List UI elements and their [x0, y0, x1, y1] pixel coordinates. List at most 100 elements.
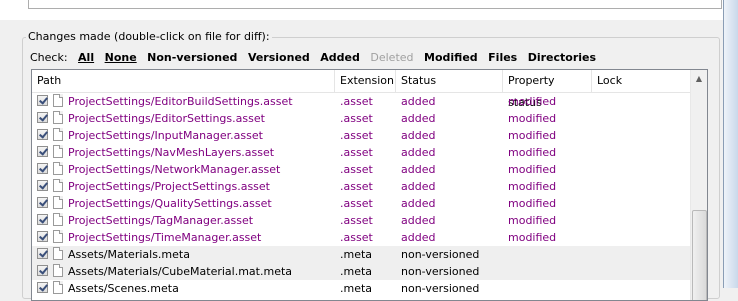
row-status: added: [401, 129, 436, 142]
row-lock: [597, 93, 687, 110]
table-row[interactable]: ProjectSettings/NetworkManager.asset .ass…: [32, 161, 690, 178]
row-path: ProjectSettings/ProjectSettings.asset: [68, 180, 270, 193]
row-status: non-versioned: [401, 265, 480, 278]
row-checkbox[interactable]: [37, 180, 48, 191]
row-extension: .asset: [340, 112, 373, 125]
column-header-lock[interactable]: Lock: [592, 70, 690, 92]
file-icon: [53, 247, 63, 260]
table-row[interactable]: Assets/Materials/CubeMaterial.mat.meta .m…: [32, 263, 690, 280]
scrollbar-thumb[interactable]: [692, 210, 707, 300]
row-lock: [597, 229, 687, 246]
column-header-extension[interactable]: Extension: [335, 70, 396, 92]
check-non-versioned-link[interactable]: Non-versioned: [147, 51, 237, 64]
row-checkbox[interactable]: [37, 197, 48, 208]
row-status: added: [401, 163, 436, 176]
row-status: added: [401, 231, 436, 244]
file-icon: [53, 213, 63, 226]
row-path: ProjectSettings/EditorSettings.asset: [68, 112, 265, 125]
row-path: ProjectSettings/NetworkManager.asset: [68, 163, 281, 176]
row-extension: .asset: [340, 129, 373, 142]
row-extension: .asset: [340, 146, 373, 159]
table-row[interactable]: ProjectSettings/InputManager.asset .asset…: [32, 127, 690, 144]
check-modified-link[interactable]: Modified: [424, 51, 478, 64]
check-files-link[interactable]: Files: [488, 51, 517, 64]
row-checkbox[interactable]: [37, 231, 48, 242]
row-path: ProjectSettings/InputManager.asset: [68, 129, 263, 142]
table-row[interactable]: ProjectSettings/TagManager.asset .asset ad…: [32, 212, 690, 229]
row-lock: [597, 127, 687, 144]
row-checkbox[interactable]: [37, 248, 48, 259]
column-header-path[interactable]: Path: [32, 70, 335, 92]
row-checkbox[interactable]: [37, 95, 48, 106]
row-property-status: [508, 246, 592, 263]
row-status: added: [401, 197, 436, 210]
table-row[interactable]: ProjectSettings/NavMeshLayers.asset .asse…: [32, 144, 690, 161]
row-lock: [597, 195, 687, 212]
row-status: non-versioned: [401, 282, 480, 295]
row-property-status: modified: [508, 95, 557, 108]
row-status: added: [401, 95, 436, 108]
row-extension: .asset: [340, 214, 373, 227]
row-lock: [597, 212, 687, 229]
table-row[interactable]: Assets/Materials.meta .meta non-versioned: [32, 246, 690, 263]
column-header-status[interactable]: Status: [396, 70, 503, 92]
row-extension: .asset: [340, 197, 373, 210]
column-header-property-status[interactable]: Property status: [503, 70, 592, 109]
row-lock: [597, 161, 687, 178]
row-extension: .meta: [340, 248, 373, 261]
row-lock: [597, 263, 687, 280]
table-row[interactable]: ProjectSettings/QualitySettings.asset .as…: [32, 195, 690, 212]
row-checkbox[interactable]: [37, 265, 48, 276]
row-checkbox[interactable]: [37, 214, 48, 225]
window-edge: [723, 0, 738, 288]
row-checkbox[interactable]: [37, 112, 48, 123]
scroll-up-arrow-icon[interactable]: ▲: [691, 70, 707, 87]
file-icon: [53, 111, 63, 124]
file-icon: [53, 128, 63, 141]
check-deleted-link: Deleted: [370, 51, 414, 64]
table-row[interactable]: ProjectSettings/TimeManager.asset .asset a…: [32, 229, 690, 246]
check-directories-link[interactable]: Directories: [528, 51, 596, 64]
file-icon: [53, 94, 63, 107]
row-property-status: [508, 263, 592, 280]
file-icon: [53, 230, 63, 243]
table-row[interactable]: ProjectSettings/EditorSettings.asset .ass…: [32, 110, 690, 127]
row-property-status: modified: [508, 129, 557, 142]
check-none-link[interactable]: None: [105, 51, 137, 64]
check-versioned-link[interactable]: Versioned: [248, 51, 310, 64]
list-header: Path Extension Status Property status Lo…: [32, 70, 690, 109]
file-icon: [53, 264, 63, 277]
row-property-status: modified: [508, 146, 557, 159]
row-checkbox[interactable]: [37, 163, 48, 174]
table-row[interactable]: ProjectSettings/EditorBuildSettings.asse…: [32, 93, 690, 110]
changes-group-label: Changes made (double-click on file for d…: [26, 30, 272, 43]
row-path: Assets/Materials.meta: [68, 248, 190, 261]
message-area: [0, 0, 738, 20]
row-status: added: [401, 112, 436, 125]
row-path: ProjectSettings/TagManager.asset: [68, 214, 254, 227]
row-property-status: [508, 280, 592, 297]
row-property-status: modified: [508, 180, 557, 193]
row-checkbox[interactable]: [37, 146, 48, 157]
row-lock: [597, 280, 687, 297]
table-row[interactable]: ProjectSettings/ProjectSettings.asset .as…: [32, 178, 690, 195]
row-path: Assets/Materials/CubeMaterial.mat.meta: [68, 265, 293, 278]
changes-list[interactable]: Path Extension Status Property status Lo…: [31, 69, 708, 301]
row-path: Assets/Scenes.meta: [68, 282, 179, 295]
vertical-scrollbar[interactable]: ▲: [690, 70, 707, 300]
row-lock: [597, 178, 687, 195]
check-all-link[interactable]: All: [78, 51, 94, 64]
row-checkbox[interactable]: [37, 129, 48, 140]
row-property-status: modified: [508, 231, 557, 244]
row-path: ProjectSettings/TimeManager.asset: [68, 231, 262, 244]
table-row[interactable]: Assets/Scenes.meta .meta non-versioned: [32, 280, 690, 297]
row-lock: [597, 110, 687, 127]
row-path: ProjectSettings/QualitySettings.asset: [68, 197, 272, 210]
list-rows: ProjectSettings/EditorBuildSettings.asse…: [32, 93, 690, 297]
row-status: non-versioned: [401, 248, 480, 261]
file-icon: [53, 162, 63, 175]
row-property-status: modified: [508, 112, 557, 125]
row-extension: .asset: [340, 180, 373, 193]
message-input-bottom[interactable]: [28, 0, 722, 9]
check-added-link[interactable]: Added: [320, 51, 360, 64]
